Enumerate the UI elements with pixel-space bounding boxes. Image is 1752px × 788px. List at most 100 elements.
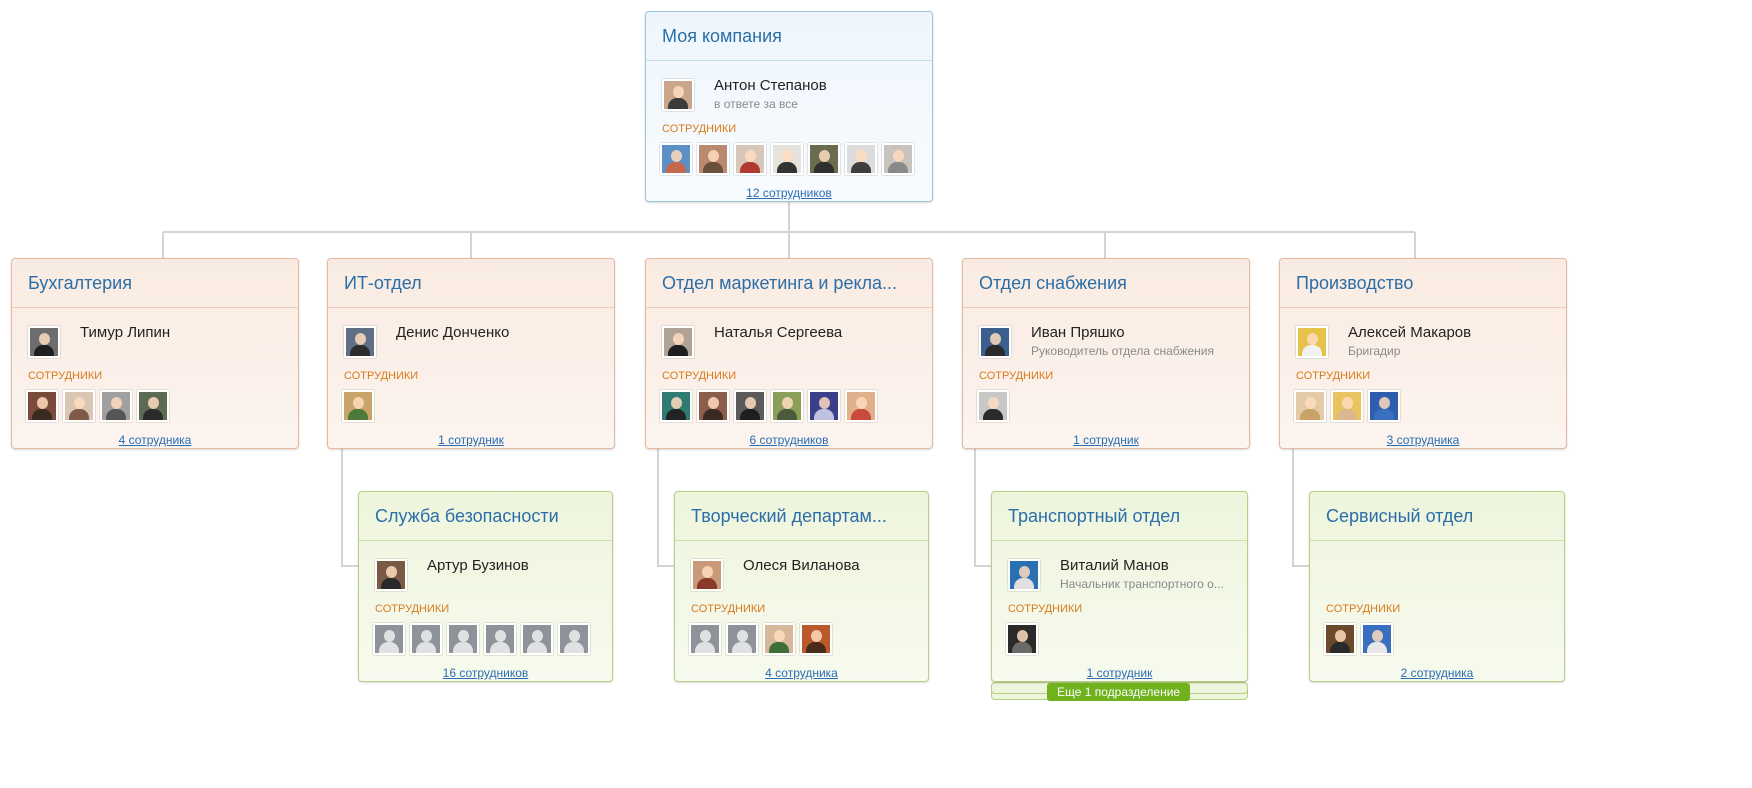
employee-avatar[interactable] xyxy=(26,390,58,422)
employee-avatar[interactable] xyxy=(100,390,132,422)
card-title[interactable]: Отдел снабжения xyxy=(963,259,1249,308)
employee-avatar[interactable] xyxy=(1006,623,1038,655)
employee-avatar[interactable] xyxy=(660,143,692,175)
employee-avatar[interactable] xyxy=(660,390,692,422)
department-card-snabzhenie[interactable]: Отдел снабжения Иван Пряшко Руководитель… xyxy=(962,258,1250,449)
card-title[interactable]: Транспортный отдел xyxy=(992,492,1247,541)
head-employee[interactable]: Денис Донченко xyxy=(344,322,614,366)
employee-count-link[interactable]: 1 сотрудник xyxy=(1073,433,1139,447)
employee-count-link[interactable]: 1 сотрудник xyxy=(1087,666,1153,680)
employee-avatar[interactable] xyxy=(771,390,803,422)
employee-avatar[interactable] xyxy=(1324,623,1356,655)
card-title[interactable]: Производство xyxy=(1280,259,1566,308)
head-employee[interactable]: Антон Степанов в ответе за все xyxy=(662,75,932,119)
head-employee[interactable]: Виталий Манов Начальник транспортного о.… xyxy=(1008,555,1247,599)
card-title[interactable]: ИТ-отдел xyxy=(328,259,614,308)
employee-avatar[interactable] xyxy=(342,390,374,422)
head-employee[interactable]: Олеся Виланова xyxy=(691,555,928,599)
employee-avatar[interactable] xyxy=(808,390,840,422)
employee-count-link[interactable]: 2 сотрудника xyxy=(1401,666,1474,680)
employee-count-link[interactable]: 4 сотрудника xyxy=(765,666,838,680)
subdepartment-card-service[interactable]: Сервисный отдел СОТРУДНИКИ 2 сотрудника xyxy=(1309,491,1565,682)
user-silhouette-icon[interactable] xyxy=(558,623,590,655)
card-title[interactable]: Сервисный отдел xyxy=(1310,492,1564,541)
employee-avatar[interactable] xyxy=(137,390,169,422)
card-title[interactable]: Служба безопасности xyxy=(359,492,612,541)
user-silhouette-icon[interactable] xyxy=(521,623,553,655)
employees-label: СОТРУДНИКИ xyxy=(344,370,419,382)
connector-to-creative xyxy=(657,449,674,567)
avatar[interactable] xyxy=(344,326,376,358)
subdepartment-card-transport[interactable]: Транспортный отдел Виталий Манов Начальн… xyxy=(991,491,1248,682)
head-name[interactable]: Алексей Макаров xyxy=(1348,324,1471,341)
head-name[interactable]: Олеся Виланова xyxy=(743,557,860,574)
avatar[interactable] xyxy=(1008,559,1040,591)
user-silhouette-icon[interactable] xyxy=(373,623,405,655)
employee-avatar[interactable] xyxy=(845,143,877,175)
department-card-it[interactable]: ИТ-отдел Денис Донченко СОТРУДНИКИ 1 сот… xyxy=(327,258,615,449)
head-name[interactable]: Тимур Липин xyxy=(80,324,170,341)
user-silhouette-icon[interactable] xyxy=(410,623,442,655)
head-employee[interactable]: Иван Пряшко Руководитель отдела снабжени… xyxy=(979,322,1249,366)
department-card-buhgalteria[interactable]: Бухгалтерия Тимур Липин СОТРУДНИКИ 4 сот… xyxy=(11,258,299,449)
head-employee[interactable]: Артур Бузинов xyxy=(375,555,612,599)
avatar[interactable] xyxy=(979,326,1011,358)
head-employee[interactable]: Тимур Липин xyxy=(28,322,298,366)
employee-avatars xyxy=(977,390,1249,430)
employee-avatars xyxy=(1006,623,1247,663)
head-name[interactable]: Иван Пряшко xyxy=(1031,324,1125,341)
card-title[interactable]: Отдел маркетинга и рекла... xyxy=(646,259,932,308)
avatar[interactable] xyxy=(28,326,60,358)
user-silhouette-icon[interactable] xyxy=(726,623,758,655)
employee-avatar[interactable] xyxy=(734,143,766,175)
avatar[interactable] xyxy=(375,559,407,591)
root-company-card[interactable]: Моя компания Антон Степанов в ответе за … xyxy=(645,11,933,202)
employee-avatar[interactable] xyxy=(771,143,803,175)
more-subdepartments-badge[interactable]: Еще 1 подразделение xyxy=(1047,683,1191,701)
head-name[interactable]: Наталья Сергеева xyxy=(714,324,842,341)
user-silhouette-icon[interactable] xyxy=(689,623,721,655)
employee-count-link[interactable]: 4 сотрудника xyxy=(119,433,192,447)
card-title[interactable]: Творческий департам... xyxy=(675,492,928,541)
user-silhouette-icon[interactable] xyxy=(447,623,479,655)
head-name[interactable]: Денис Донченко xyxy=(396,324,509,341)
employee-avatar[interactable] xyxy=(697,390,729,422)
employee-avatar[interactable] xyxy=(1331,390,1363,422)
employee-count-link[interactable]: 3 сотрудника xyxy=(1387,433,1460,447)
user-silhouette-icon[interactable] xyxy=(484,623,516,655)
connector-to-security xyxy=(341,449,358,567)
employee-count-link[interactable]: 1 сотрудник xyxy=(438,433,504,447)
department-card-proizvodstvo[interactable]: Производство Алексей Макаров Бригадир СО… xyxy=(1279,258,1567,449)
employee-avatar[interactable] xyxy=(1361,623,1393,655)
employee-count-link[interactable]: 16 сотрудников xyxy=(443,666,529,680)
head-employee[interactable]: Наталья Сергеева xyxy=(662,322,932,366)
employee-avatar[interactable] xyxy=(1294,390,1326,422)
department-card-marketing[interactable]: Отдел маркетинга и рекла... Наталья Серг… xyxy=(645,258,933,449)
employee-avatar[interactable] xyxy=(1368,390,1400,422)
avatar[interactable] xyxy=(662,79,694,111)
avatar[interactable] xyxy=(1296,326,1328,358)
employee-avatar[interactable] xyxy=(977,390,1009,422)
employee-avatar[interactable] xyxy=(697,143,729,175)
subdepartment-card-creative[interactable]: Творческий департам... Олеся Виланова СО… xyxy=(674,491,929,682)
head-name[interactable]: Антон Степанов xyxy=(714,77,827,94)
card-title[interactable]: Моя компания xyxy=(646,12,932,61)
employee-avatar[interactable] xyxy=(882,143,914,175)
employees-label: СОТРУДНИКИ xyxy=(1296,370,1371,382)
subdepartment-card-security[interactable]: Служба безопасности Артур Бузинов СОТРУД… xyxy=(358,491,613,682)
employee-avatar[interactable] xyxy=(845,390,877,422)
head-position: Бригадир xyxy=(1348,344,1401,358)
employee-avatar[interactable] xyxy=(734,390,766,422)
head-employee[interactable]: Алексей Макаров Бригадир xyxy=(1296,322,1566,366)
avatar[interactable] xyxy=(662,326,694,358)
employee-avatar[interactable] xyxy=(800,623,832,655)
avatar[interactable] xyxy=(691,559,723,591)
card-title[interactable]: Бухгалтерия xyxy=(12,259,298,308)
head-name[interactable]: Виталий Манов xyxy=(1060,557,1169,574)
employee-count-link[interactable]: 12 сотрудников xyxy=(746,186,832,200)
employee-avatar[interactable] xyxy=(763,623,795,655)
head-name[interactable]: Артур Бузинов xyxy=(427,557,529,574)
employee-count-link[interactable]: 6 сотрудников xyxy=(750,433,829,447)
employee-avatar[interactable] xyxy=(63,390,95,422)
employee-avatar[interactable] xyxy=(808,143,840,175)
